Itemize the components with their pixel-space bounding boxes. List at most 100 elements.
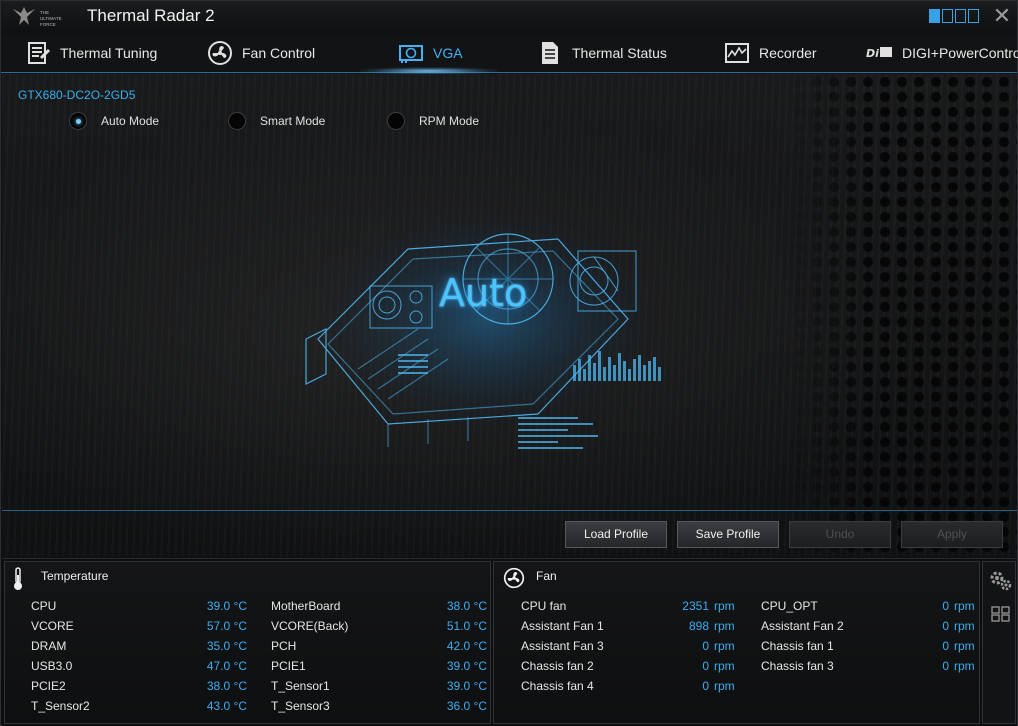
- sensor-label: DRAM: [31, 639, 67, 653]
- close-button[interactable]: ✕: [991, 5, 1013, 27]
- fan-unit: rpm: [714, 599, 735, 613]
- fan-label: CPU_OPT: [761, 599, 818, 613]
- rpm-mode-radio[interactable]: RPM Mode: [387, 112, 479, 130]
- thermometer-icon: [14, 567, 22, 590]
- title-bar: THE ULTIMATE FORCE Thermal Radar 2 ✕: [1, 1, 1017, 33]
- tab-label: Thermal Tuning: [60, 45, 158, 61]
- fan-label: Chassis fan 1: [761, 639, 834, 653]
- side-toolbar: [982, 561, 1016, 724]
- sensor-label: PCIE2: [31, 679, 66, 693]
- fan-value: 0: [702, 679, 709, 693]
- list-item: CPU 39.0 °C MotherBoard 38.0 °C: [5, 599, 492, 613]
- graphics-card-illustration: [305, 209, 661, 449]
- fan-label: Assistant Fan 3: [521, 639, 604, 653]
- tab-vga[interactable]: VGA: [398, 37, 463, 69]
- fan-value: 0: [942, 639, 949, 653]
- sensor-label: T_Sensor3: [271, 699, 330, 713]
- vga-card-icon: [399, 45, 423, 63]
- auto-mode-radio[interactable]: Auto Mode: [69, 112, 159, 130]
- fan-unit: rpm: [714, 659, 735, 673]
- fan-label: Chassis fan 3: [761, 659, 834, 673]
- sensor-label: T_Sensor2: [31, 699, 90, 713]
- fan-label: CPU fan: [521, 599, 567, 613]
- list-item: USB3.0 47.0 °C PCIE1 39.0 °C: [5, 659, 492, 673]
- sensor-label: CPU: [31, 599, 57, 613]
- sensor-label: VCORE: [31, 619, 74, 633]
- tab-label: VGA: [433, 45, 463, 61]
- thermal-tuning-icon: [28, 42, 51, 64]
- fan-unit: rpm: [954, 659, 975, 673]
- mode-label: Smart Mode: [260, 114, 326, 128]
- fan-unit: rpm: [714, 639, 735, 653]
- fan-title: Fan: [536, 569, 557, 583]
- tab-label: DIGI+PowerControl: [902, 45, 1018, 61]
- divider: [2, 510, 1017, 511]
- list-item: Chassis fan 2 0 rpm Chassis fan 3 0 rpm: [494, 659, 981, 673]
- fan-unit: rpm: [714, 679, 735, 693]
- sensor-label: VCORE(Back): [271, 619, 349, 633]
- save-profile-button[interactable]: Save Profile: [677, 521, 779, 548]
- smart-mode-radio[interactable]: Smart Mode: [228, 112, 325, 130]
- sensor-value: 36.0 °C: [446, 699, 487, 713]
- vga-main-panel: GTX680-DC2O-2GD5 Auto Mode Smart Mode RP…: [2, 74, 1017, 557]
- fan-icon: [208, 41, 232, 65]
- sensor-label: PCIE1: [271, 659, 306, 673]
- fan-label: Chassis fan 4: [521, 679, 594, 693]
- sensor-value: 35.0 °C: [206, 639, 247, 653]
- svg-text:FORCE: FORCE: [40, 22, 56, 27]
- temperature-title: Temperature: [41, 569, 109, 583]
- fan-unit: rpm: [714, 619, 735, 633]
- fan-value: 0: [942, 619, 949, 633]
- sensor-value: 51.0 °C: [446, 619, 487, 633]
- monitor-area: Temperature CPU 39.0 °C MotherBoard 38.0…: [2, 558, 1017, 726]
- radio-indicator[interactable]: [387, 112, 405, 130]
- app-window: THE ULTIMATE FORCE Thermal Radar 2 ✕ The…: [0, 0, 1018, 726]
- device-name: GTX680-DC2O-2GD5: [18, 88, 136, 102]
- tab-digi-power-control[interactable]: Di DIGI+PowerControl: [865, 37, 1018, 69]
- recorder-chart-icon: [725, 43, 749, 63]
- fan-value: 0: [702, 659, 709, 673]
- tuf-logo-icon: THE ULTIMATE FORCE: [13, 7, 62, 27]
- document-icon: [542, 42, 558, 64]
- sensor-value: 39.0 °C: [446, 679, 487, 693]
- digi-power-icon: Di: [866, 47, 892, 60]
- temperature-panel: Temperature CPU 39.0 °C MotherBoard 38.0…: [4, 561, 491, 724]
- tab-recorder[interactable]: Recorder: [724, 37, 817, 69]
- radio-indicator[interactable]: [69, 112, 87, 130]
- fan-panel: Fan CPU fan 2351 rpm CPU_OPT 0 rpm Assis…: [493, 561, 980, 724]
- tab-label: Recorder: [759, 45, 817, 61]
- grid-view-icon[interactable]: [991, 606, 1010, 622]
- sensor-value: 38.0 °C: [446, 599, 487, 613]
- list-item: Assistant Fan 1 898 rpm Assistant Fan 2 …: [494, 619, 981, 633]
- sensor-label: USB3.0: [31, 659, 73, 673]
- list-item: DRAM 35.0 °C PCH 42.0 °C: [5, 639, 492, 653]
- sensor-value: 39.0 °C: [206, 599, 247, 613]
- list-item: VCORE 57.0 °C VCORE(Back) 51.0 °C: [5, 619, 492, 633]
- speaker-mesh-decoration: [792, 74, 1017, 557]
- sensor-label: T_Sensor1: [271, 679, 330, 693]
- list-item: CPU fan 2351 rpm CPU_OPT 0 rpm: [494, 599, 981, 613]
- tab-fan-control[interactable]: Fan Control: [207, 37, 315, 69]
- view-toggle-icon[interactable]: [929, 9, 979, 25]
- load-profile-button[interactable]: Load Profile: [565, 521, 667, 548]
- radio-indicator[interactable]: [228, 112, 246, 130]
- sensor-value: 57.0 °C: [206, 619, 247, 633]
- sensor-value: 47.0 °C: [206, 659, 247, 673]
- undo-button[interactable]: Undo: [789, 521, 891, 548]
- fan-unit: rpm: [954, 639, 975, 653]
- fan-label: Assistant Fan 2: [761, 619, 844, 633]
- tab-thermal-tuning[interactable]: Thermal Tuning: [25, 37, 157, 69]
- fan-unit: rpm: [954, 619, 975, 633]
- fan-value: 2351: [682, 599, 709, 613]
- mode-label: RPM Mode: [419, 114, 480, 128]
- list-item: Chassis fan 4 0 rpm: [494, 679, 981, 693]
- settings-gear-icon[interactable]: [989, 570, 1013, 592]
- list-item: PCIE2 38.0 °C T_Sensor1 39.0 °C: [5, 679, 492, 693]
- sensor-value: 39.0 °C: [446, 659, 487, 673]
- tab-thermal-status[interactable]: Thermal Status: [537, 37, 667, 69]
- tab-label: Thermal Status: [572, 45, 667, 61]
- svg-text:ULTIMATE: ULTIMATE: [40, 16, 62, 21]
- sensor-label: PCH: [271, 639, 297, 653]
- apply-button[interactable]: Apply: [901, 521, 1003, 548]
- sensor-value: 38.0 °C: [206, 679, 247, 693]
